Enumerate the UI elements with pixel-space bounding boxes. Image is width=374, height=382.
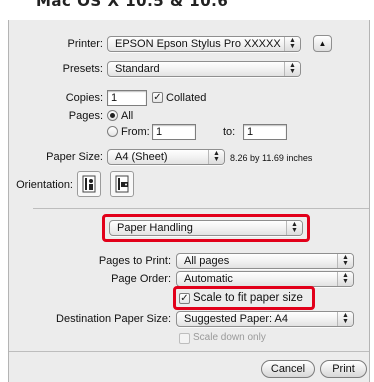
destination-paper-size-label: Destination Paper Size: (56, 313, 171, 325)
pages-to-field[interactable]: 1 (243, 124, 287, 140)
paper-size-value: A4 (Sheet) (115, 151, 168, 163)
collated-checkbox[interactable]: ✓ (152, 92, 163, 103)
portrait-orientation-icon (82, 175, 96, 193)
presets-popup[interactable]: Standard ▲ ▼ (107, 61, 301, 77)
destination-paper-size-value: Suggested Paper: A4 (184, 313, 288, 325)
destination-paper-size-popup[interactable]: Suggested Paper: A4 ▲ ▼ (176, 311, 354, 327)
collated-label: Collated (166, 92, 207, 104)
pages-all-label: All (121, 110, 134, 122)
popup-arrows-icon: ▲ ▼ (337, 312, 353, 326)
landscape-orientation-icon (115, 175, 129, 193)
checkmark-icon: ✓ (153, 92, 162, 103)
copies-label: Copies: (65, 92, 103, 104)
popup-arrows-icon: ▲ ▼ (284, 62, 300, 76)
pages-to-print-popup[interactable]: All pages ▲ ▼ (176, 253, 354, 269)
pages-from-radio[interactable] (107, 126, 118, 137)
up-arrow-icon: ▲ (318, 39, 327, 48)
highlight-box (173, 286, 315, 310)
pages-from-label: From: (121, 126, 150, 138)
cancel-button[interactable]: Cancel (261, 360, 315, 378)
page-order-popup[interactable]: Automatic ▲ ▼ (176, 271, 354, 287)
separator (33, 208, 369, 209)
page-order-value: Automatic (184, 273, 233, 285)
paper-size-popup[interactable]: A4 (Sheet) ▲ ▼ (107, 149, 225, 165)
printer-value: EPSON Epson Stylus Pro XXXXX (115, 38, 281, 50)
pages-all-radio[interactable] (107, 110, 118, 121)
highlight-box (102, 214, 310, 242)
paper-dimensions: 8.26 by 11.69 inches (230, 153, 313, 163)
pages-label: Pages: (68, 110, 103, 122)
portrait-orientation-button[interactable] (77, 171, 101, 197)
landscape-orientation-button[interactable] (110, 171, 134, 197)
page-order-label: Page Order: (111, 273, 171, 285)
expand-dialog-button[interactable]: ▲ (313, 35, 332, 52)
printer-popup[interactable]: EPSON Epson Stylus Pro XXXXX ▲ ▼ (107, 36, 301, 52)
print-dialog: Printer: EPSON Epson Stylus Pro XXXXX ▲ ▼… (8, 20, 370, 382)
separator (9, 351, 369, 352)
printer-label: Printer: (67, 38, 103, 50)
page-heading: Mac OS X 10.5 & 10.6 (36, 0, 229, 10)
popup-arrows-icon: ▲ ▼ (284, 37, 300, 51)
presets-label: Presets: (62, 63, 103, 75)
paper-size-label: Paper Size: (46, 151, 103, 163)
scale-down-only-checkbox[interactable] (179, 333, 190, 344)
scale-down-only-label: Scale down only (193, 332, 266, 343)
popup-arrows-icon: ▲ ▼ (208, 150, 224, 164)
orientation-label: Orientation: (16, 179, 73, 191)
pages-to-label: to: (223, 126, 236, 138)
popup-arrows-icon: ▲ ▼ (337, 272, 353, 286)
print-button[interactable]: Print (320, 360, 367, 378)
pages-to-print-label: Pages to Print: (98, 255, 171, 267)
pages-to-print-value: All pages (184, 255, 230, 267)
presets-value: Standard (115, 63, 160, 75)
copies-field[interactable]: 1 (107, 90, 147, 106)
popup-arrows-icon: ▲ ▼ (337, 254, 353, 268)
pages-from-field[interactable]: 1 (152, 124, 196, 140)
